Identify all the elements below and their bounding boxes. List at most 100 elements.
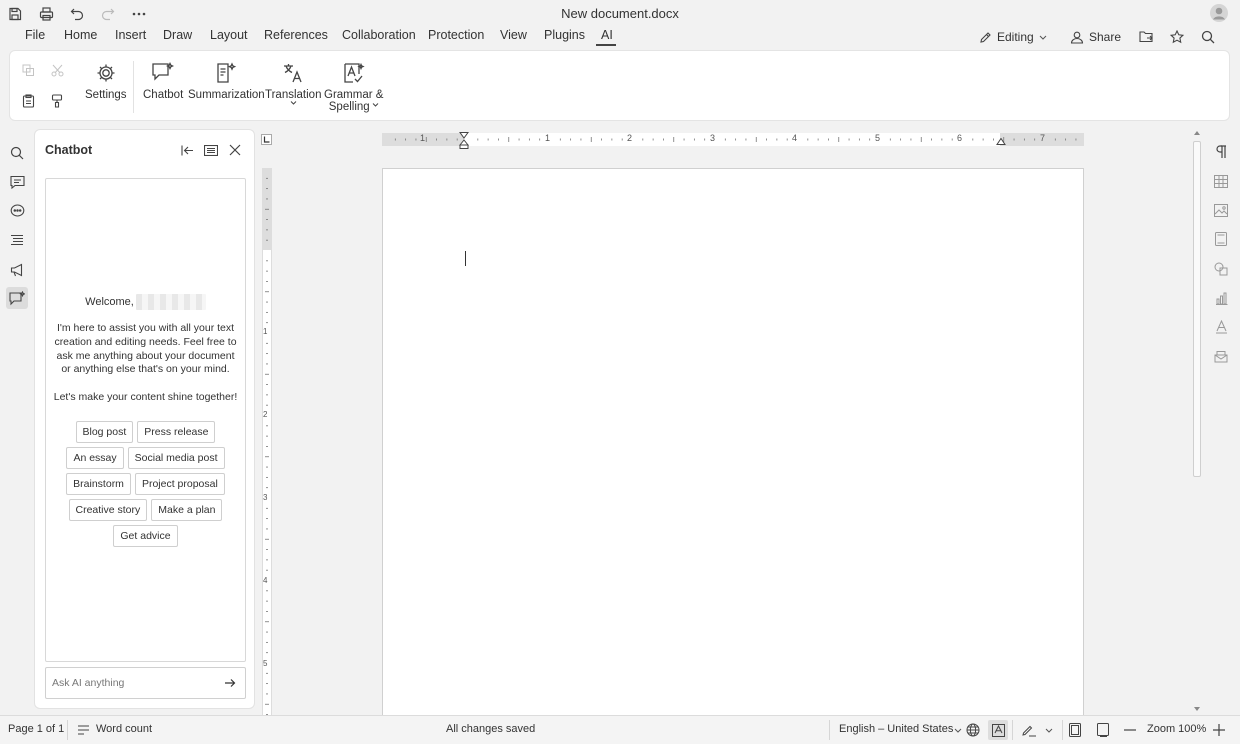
search-icon[interactable] (6, 142, 28, 164)
paste-icon[interactable] (19, 92, 37, 110)
table-settings-icon[interactable] (1211, 171, 1231, 191)
suggestion-make-a-plan[interactable]: Make a plan (151, 499, 223, 521)
translation-label: Translation (265, 89, 322, 101)
chart-settings-icon[interactable] (1211, 288, 1231, 308)
copy-icon[interactable] (19, 61, 37, 79)
spell-check-icon[interactable] (988, 720, 1008, 740)
globe-icon[interactable] (964, 721, 982, 739)
image-settings-icon[interactable] (1211, 200, 1231, 220)
suggestion-social-media-post[interactable]: Social media post (127, 447, 225, 469)
chatbot-button[interactable]: Chatbot (143, 62, 183, 101)
tab-references[interactable]: References (264, 28, 328, 42)
ruler-number: 3 (710, 133, 716, 143)
ruler-number: 6 (957, 133, 963, 143)
scroll-down-icon[interactable] (1193, 705, 1201, 713)
collapse-panel-icon[interactable] (179, 142, 195, 158)
language-selector[interactable]: English – United States (839, 723, 953, 735)
chat-icon[interactable] (6, 200, 28, 222)
fit-width-icon[interactable] (1094, 721, 1112, 739)
page-indicator[interactable]: Page 1 of 1 (8, 723, 64, 735)
announcement-megaphone-icon[interactable] (6, 259, 28, 281)
chevron-down-icon[interactable] (1040, 721, 1058, 739)
paragraph-settings-icon[interactable] (1211, 142, 1231, 162)
shape-settings-icon[interactable] (1211, 259, 1231, 279)
summarization-button[interactable]: Summarization (188, 62, 265, 101)
zoom-in-icon[interactable] (1210, 721, 1228, 739)
title-bar: New document.docx (0, 0, 1240, 26)
word-count-button[interactable]: Word count (96, 723, 152, 735)
close-icon[interactable] (227, 142, 243, 158)
scroll-up-icon[interactable] (1193, 129, 1201, 137)
grammar-check-icon (343, 62, 365, 89)
suggestion-creative-story[interactable]: Creative story (68, 499, 148, 521)
zoom-out-icon[interactable] (1121, 721, 1139, 739)
ruler-number: 1 (420, 133, 426, 143)
grammar-label-line1: Grammar & (324, 89, 384, 101)
ribbon-toolbar: Settings Chatbot Summarization Translati… (9, 50, 1230, 121)
zoom-level[interactable]: Zoom 100% (1147, 723, 1206, 735)
suggestion-project-proposal[interactable]: Project proposal (134, 473, 225, 495)
status-separator (67, 720, 68, 740)
format-painter-icon[interactable] (48, 92, 66, 110)
header-footer-settings-icon[interactable] (1211, 229, 1231, 249)
document-page[interactable] (382, 168, 1084, 728)
search-icon[interactable] (1201, 30, 1215, 44)
chat-input[interactable] (52, 674, 212, 692)
suggestion-blog-post[interactable]: Blog post (75, 421, 134, 443)
ruler-number: 1 (545, 133, 551, 143)
tab-layout[interactable]: Layout (210, 28, 248, 42)
tab-home[interactable]: Home (64, 28, 97, 42)
chevron-down-icon (290, 101, 297, 110)
status-separator (1062, 720, 1063, 740)
gear-icon (95, 62, 117, 89)
mail-merge-settings-icon[interactable] (1211, 346, 1231, 366)
comments-icon[interactable] (6, 171, 28, 193)
scrollbar-thumb[interactable] (1193, 141, 1201, 477)
send-arrow-icon[interactable] (223, 676, 237, 690)
tab-plugins[interactable]: Plugins (544, 28, 585, 42)
window-mode-icon[interactable] (203, 142, 219, 158)
chatbot-sidebar-icon[interactable] (6, 287, 28, 309)
chatbot-label: Chatbot (143, 89, 184, 101)
first-line-indent-marker[interactable] (459, 132, 469, 149)
editing-mode-button[interactable]: Editing (979, 30, 1047, 44)
suggestion-an-essay[interactable]: An essay (66, 447, 124, 469)
text-art-settings-icon[interactable] (1211, 317, 1231, 337)
welcome-message: I'm here to assist you with all your tex… (54, 322, 237, 376)
tab-collaboration[interactable]: Collaboration (342, 28, 416, 42)
ruler-ticks (394, 137, 1077, 142)
share-label: Share (1089, 30, 1122, 44)
tab-insert[interactable]: Insert (115, 28, 146, 42)
grammar-spelling-button[interactable]: Grammar & Spelling (324, 62, 383, 113)
ribbon-separator (133, 61, 134, 113)
share-button[interactable]: Share (1070, 30, 1121, 44)
chevron-down-icon (372, 102, 379, 112)
welcome-row: Welcome, (46, 294, 245, 310)
track-changes-icon[interactable] (1020, 721, 1038, 739)
word-count-icon[interactable] (74, 721, 92, 739)
open-file-location-icon[interactable] (1139, 30, 1154, 43)
settings-button[interactable]: Settings (85, 62, 127, 101)
vertical-scrollbar[interactable] (1191, 129, 1203, 715)
suggestion-brainstorm[interactable]: Brainstorm (66, 473, 131, 495)
fit-page-icon[interactable] (1066, 721, 1084, 739)
user-avatar-icon[interactable] (1210, 4, 1228, 22)
welcome-message-tagline: Let's make your content shine together! (53, 391, 238, 403)
favorite-star-icon[interactable] (1170, 30, 1184, 44)
tab-view[interactable]: View (500, 28, 527, 42)
status-separator (1012, 720, 1013, 740)
tab-file[interactable]: File (25, 28, 45, 42)
horizontal-ruler[interactable]: 1 1 2 3 4 5 6 7 (382, 132, 1084, 149)
suggestion-press-release[interactable]: Press release (137, 421, 216, 443)
navigation-headings-icon[interactable] (6, 229, 28, 251)
translation-button[interactable]: Translation (265, 62, 321, 110)
vertical-ruler[interactable]: 1 2 3 4 5 (262, 168, 272, 716)
right-indent-marker[interactable] (996, 138, 1006, 146)
cut-icon[interactable] (48, 61, 66, 79)
ruler-number: 4 (792, 133, 798, 143)
tab-ai[interactable]: AI (601, 28, 613, 42)
tab-draw[interactable]: Draw (163, 28, 192, 42)
tab-stop-selector[interactable] (261, 134, 272, 145)
tab-protection[interactable]: Protection (428, 28, 484, 42)
suggestion-get-advice[interactable]: Get advice (113, 525, 178, 547)
